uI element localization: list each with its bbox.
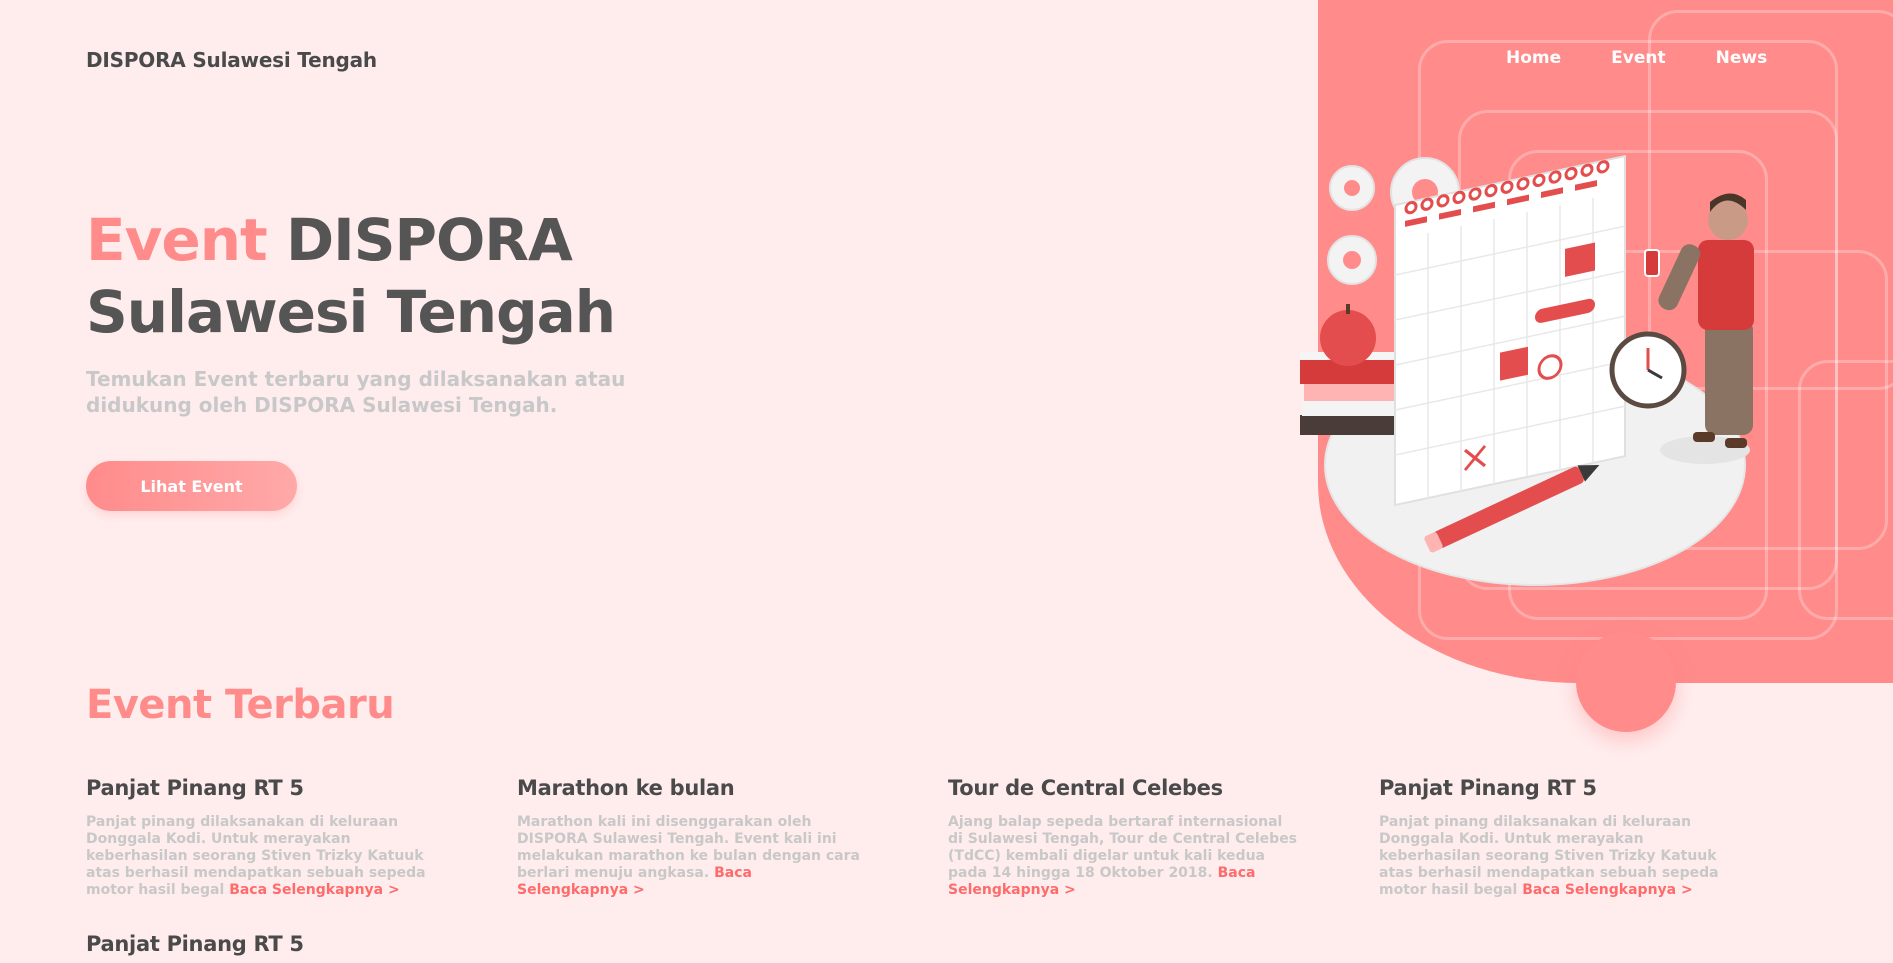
lihat-event-button[interactable]: Lihat Event	[86, 461, 297, 511]
hero-subtitle: Temukan Event terbaru yang dilaksanakan …	[86, 367, 626, 417]
event-card-title[interactable]: Marathon ke bulan	[517, 776, 867, 800]
event-card: Panjat Pinang RT 5	[86, 932, 304, 956]
event-card: Panjat Pinang RT 5 Panjat pinang dilaksa…	[1379, 776, 1729, 899]
read-more-link[interactable]: Baca Selengkapnya >	[1522, 882, 1693, 898]
event-card-title[interactable]: Panjat Pinang RT 5	[86, 776, 436, 800]
brand-logo[interactable]: DISPORA Sulawesi Tengah	[86, 48, 377, 72]
hero-title: Event DISPORA Sulawesi Tengah	[86, 204, 806, 348]
nav-event[interactable]: Event	[1611, 48, 1665, 68]
main-nav: Home Event News	[1506, 48, 1767, 68]
event-card: Panjat Pinang RT 5 Panjat pinang dilaksa…	[86, 776, 436, 899]
event-card-title[interactable]: Tour de Central Celebes	[948, 776, 1298, 800]
calendar-planning-illustration	[1300, 154, 1754, 586]
event-section-title: Event Terbaru	[86, 682, 395, 728]
event-card-title[interactable]: Panjat Pinang RT 5	[86, 932, 304, 956]
nav-news[interactable]: News	[1716, 48, 1768, 68]
event-card-desc: Panjat pinang dilaksanakan di keluraan D…	[1379, 814, 1719, 898]
read-more-link[interactable]: Baca Selengkapnya >	[229, 882, 400, 898]
hero-title-accent: Event	[86, 206, 268, 274]
event-card-desc: Ajang balap sepeda bertaraf internasiona…	[948, 814, 1298, 898]
event-card-desc: Panjat pinang dilaksanakan di keluraan D…	[86, 814, 426, 898]
nav-home[interactable]: Home	[1506, 48, 1561, 68]
event-card: Marathon ke bulan Marathon kali ini dise…	[517, 776, 867, 899]
event-card: Tour de Central Celebes Ajang balap sepe…	[948, 776, 1298, 899]
decorative-bubble	[1576, 632, 1676, 732]
event-card-title[interactable]: Panjat Pinang RT 5	[1379, 776, 1729, 800]
event-card-desc: Marathon kali ini disenggarakan oleh DIS…	[517, 814, 860, 898]
